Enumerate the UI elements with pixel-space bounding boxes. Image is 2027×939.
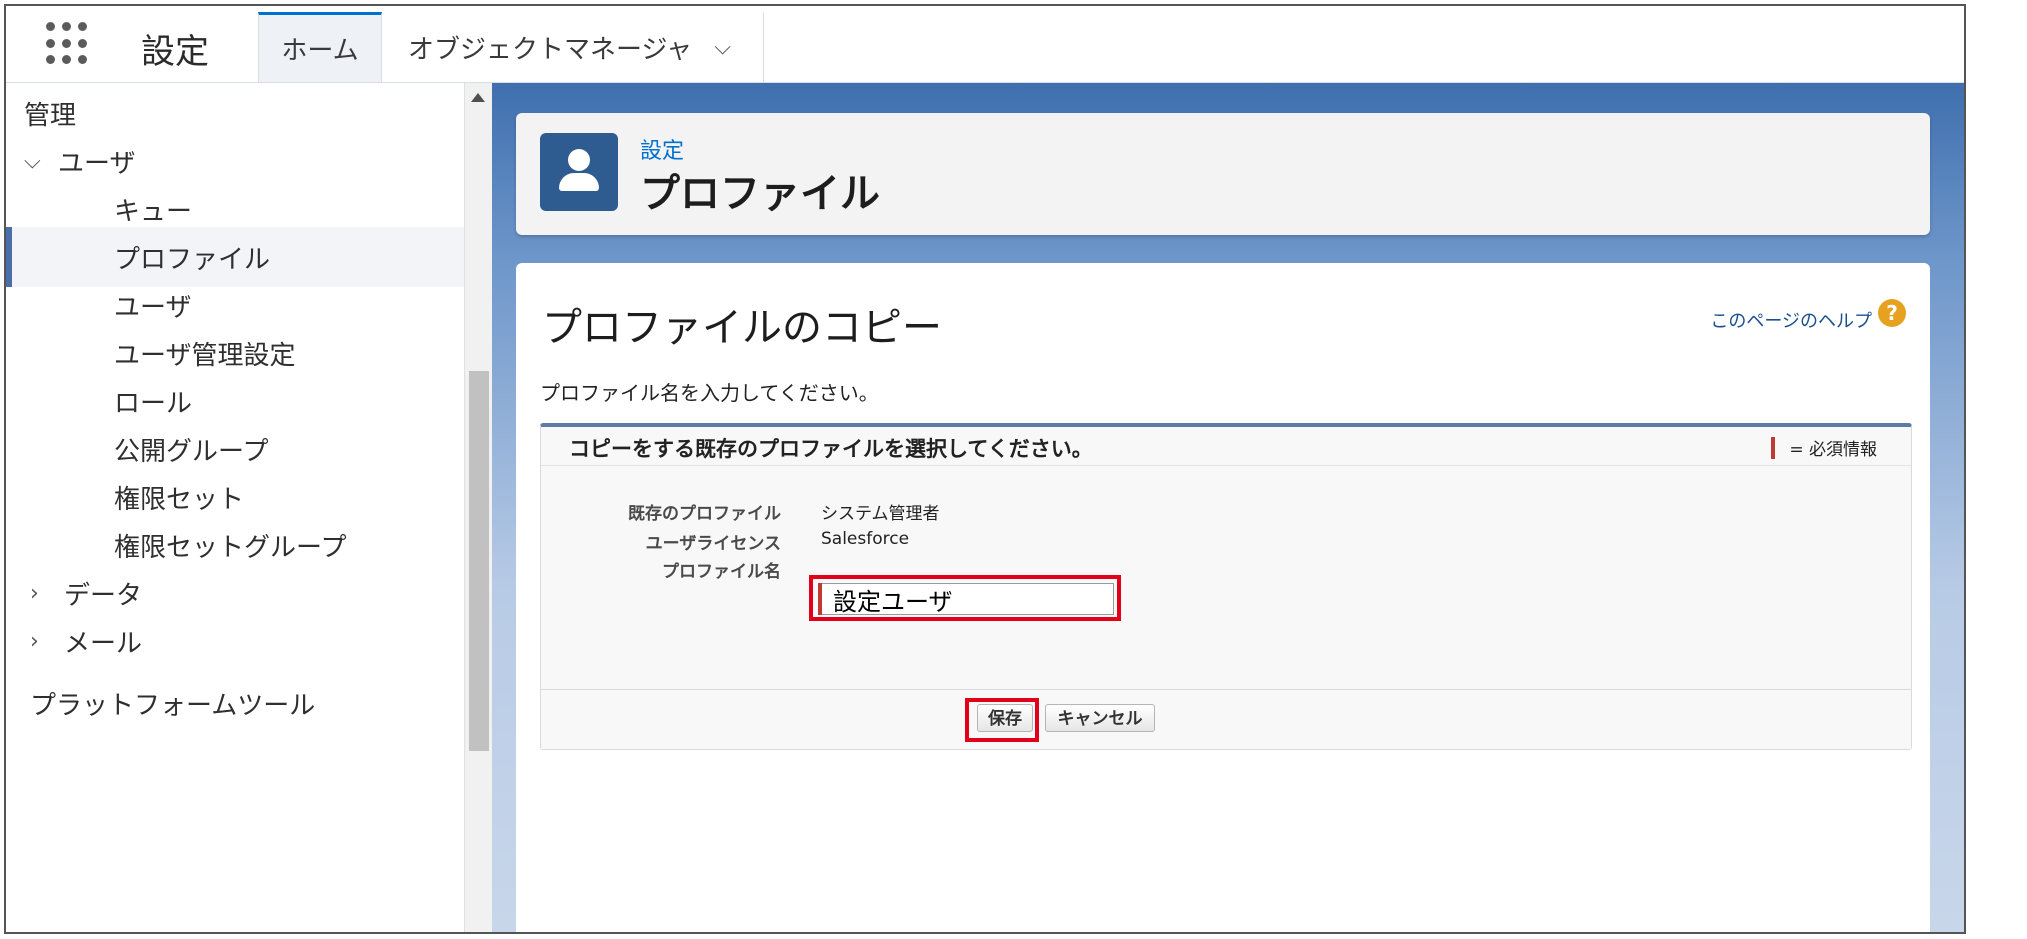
sidebar-section-label: プラットフォームツール bbox=[30, 690, 316, 721]
app-launcher-icon[interactable] bbox=[46, 22, 96, 66]
user-license-label: ユーザライセンス bbox=[645, 534, 781, 554]
required-legend-text: = 必須情報 bbox=[1789, 440, 1877, 460]
page-title: プロファイルのコピー bbox=[542, 305, 942, 351]
scrollbar-thumb[interactable] bbox=[469, 371, 489, 751]
page-header: 設定 プロファイル bbox=[516, 113, 1930, 235]
chevron-down-icon[interactable]: ⌵ bbox=[24, 149, 58, 174]
content-panel: プロファイルのコピー このページのヘルプ ? プロファイル名を入力してください。… bbox=[516, 263, 1930, 932]
sidebar-item-label: ユーザ bbox=[58, 148, 136, 179]
setup-sidebar: 管理 ⌵ ユーザ キュー プロファイル ユーザ ユーザ管理設定 ロール 公開グル… bbox=[6, 83, 493, 932]
chevron-right-icon[interactable]: › bbox=[30, 629, 64, 654]
sidebar-item-label: ユーザ bbox=[114, 292, 192, 323]
chevron-down-icon[interactable]: ⌵ bbox=[714, 35, 731, 60]
highlight-box bbox=[965, 698, 1039, 742]
sidebar-item-label: 権限セット bbox=[114, 484, 245, 515]
form-button-bar: 保存 キャンセル bbox=[541, 689, 1911, 749]
existing-profile-value: システム管理者 bbox=[821, 504, 940, 524]
sidebar-item-label: ロール bbox=[114, 388, 193, 419]
required-legend: = 必須情報 bbox=[1771, 435, 1877, 460]
tab-object-manager[interactable]: オブジェクトマネージャ ⌵ bbox=[382, 12, 764, 82]
sidebar-item-label: データ bbox=[64, 580, 143, 611]
sidebar-section-label: 管理 bbox=[24, 100, 77, 131]
profile-name-label: プロファイル名 bbox=[662, 562, 781, 582]
sidebar-item-label: 公開グループ bbox=[114, 436, 269, 467]
sidebar-section-platform-tools: プラットフォームツール bbox=[6, 673, 464, 733]
sidebar-item-email[interactable]: › メール bbox=[6, 611, 464, 671]
sidebar-item-label: 権限セットグループ bbox=[114, 532, 347, 563]
existing-profile-label: 既存のプロファイル bbox=[628, 504, 781, 524]
user-profile-icon bbox=[540, 133, 618, 211]
page-header-title: プロファイル bbox=[640, 171, 880, 217]
scroll-up-arrow-icon[interactable] bbox=[471, 93, 485, 102]
main-content: 設定 プロファイル プロファイルのコピー このページのヘルプ ? プロファイル名… bbox=[492, 83, 1964, 932]
sidebar-scrollbar[interactable] bbox=[464, 83, 493, 932]
tab-home[interactable]: ホーム bbox=[258, 12, 382, 82]
sidebar-item-label: ユーザ管理設定 bbox=[114, 340, 296, 371]
global-header: 設定 ホーム オブジェクトマネージャ ⌵ bbox=[6, 6, 1964, 83]
form-section-header: コピーをする既存のプロファイルを選択してください。 = 必須情報 bbox=[541, 427, 1911, 466]
sidebar-item-label: キュー bbox=[114, 196, 193, 227]
sidebar-item-label: メール bbox=[64, 628, 143, 659]
highlight-box bbox=[809, 575, 1121, 621]
help-icon[interactable]: ? bbox=[1878, 299, 1906, 327]
form-section-title: コピーをする既存のプロファイルを選択してください。 bbox=[569, 437, 1093, 461]
copy-profile-form: コピーをする既存のプロファイルを選択してください。 = 必須情報 既存のプロファ… bbox=[540, 423, 1912, 750]
app-name: 設定 bbox=[141, 32, 209, 72]
app-window: 設定 ホーム オブジェクトマネージャ ⌵ 管理 ⌵ ユーザ キュー プロファイル… bbox=[4, 4, 1966, 934]
user-license-value: Salesforce bbox=[821, 529, 910, 549]
chevron-right-icon[interactable]: › bbox=[30, 581, 64, 606]
sidebar-item-label: プロファイル bbox=[114, 244, 271, 275]
instructions-text: プロファイル名を入力してください。 bbox=[540, 381, 879, 405]
cancel-button[interactable]: キャンセル bbox=[1045, 704, 1155, 732]
help-link[interactable]: このページのヘルプ bbox=[1710, 307, 1872, 333]
required-indicator-icon bbox=[1771, 436, 1776, 459]
tab-object-manager-label: オブジェクトマネージャ bbox=[408, 34, 693, 65]
